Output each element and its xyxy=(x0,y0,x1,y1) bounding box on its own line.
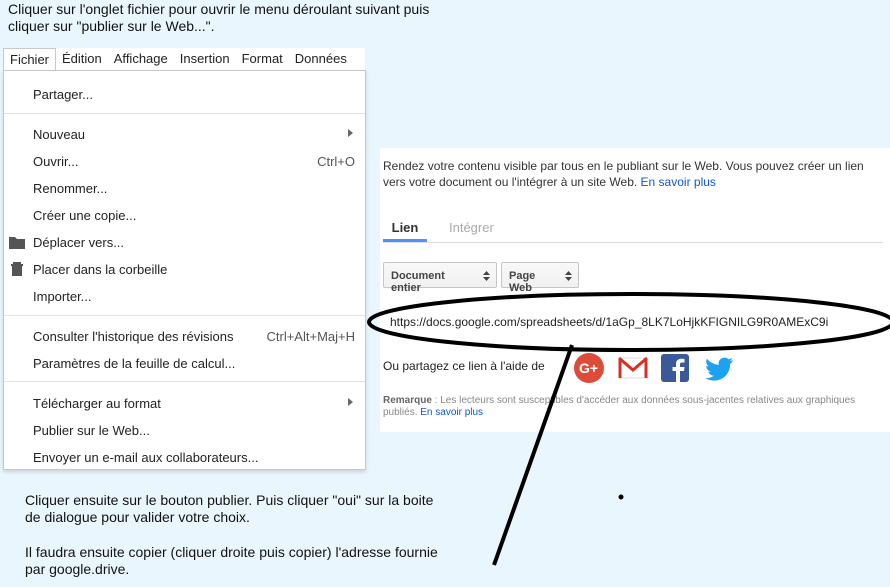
menu-item-trash[interactable]: Placer dans la corbeille xyxy=(4,255,365,282)
document-select[interactable]: Document entier xyxy=(383,262,497,294)
bottom-instruction-p2-line1: Il faudra ensuite copier (cliquer droite… xyxy=(25,544,438,560)
menu-affichage[interactable]: Affichage xyxy=(108,48,174,70)
select-caret-icon xyxy=(483,271,490,281)
menu-divider xyxy=(4,315,365,316)
menu-item-publish-label: Publier sur le Web... xyxy=(33,423,150,438)
menu-divider xyxy=(4,113,365,114)
top-instruction-line1: Cliquer sur l'onglet fichier pour ouvrir… xyxy=(8,1,430,17)
menu-fichier[interactable]: Fichier xyxy=(3,48,57,70)
note-label: Remarque xyxy=(383,395,432,406)
published-url[interactable]: https://docs.google.com/spreadsheets/d/1… xyxy=(390,315,870,329)
bottom-instruction-p1-line1: Cliquer ensuite sur le bouton publier. P… xyxy=(25,492,434,508)
tab-embed[interactable]: Intégrer xyxy=(449,220,494,235)
submenu-arrow-icon xyxy=(348,129,353,137)
menu-item-copy[interactable]: Créer une copie... xyxy=(4,201,365,228)
menu-item-copy-label: Créer une copie... xyxy=(33,208,137,223)
share-label: Ou partagez ce lien à l'aide de xyxy=(383,359,545,373)
menu-item-share[interactable]: Partager... xyxy=(4,80,365,107)
annotation-dot xyxy=(618,494,624,500)
menu-item-email-label: Envoyer un e-mail aux collaborateurs... xyxy=(33,450,259,465)
facebook-icon[interactable] xyxy=(659,352,691,384)
select-caret-icon xyxy=(565,271,572,281)
menu-edition[interactable]: Édition xyxy=(56,48,108,70)
format-select[interactable]: Page Web xyxy=(501,262,579,294)
menu-item-history-label: Consulter l'historique des révisions xyxy=(33,329,234,344)
menu-item-rename-label: Renommer... xyxy=(33,181,108,196)
top-instruction-line2: cliquer sur "publier sur le Web...". xyxy=(8,18,215,34)
menu-item-publish[interactable]: Publier sur le Web... xyxy=(4,416,365,443)
menu-item-new-label: Nouveau xyxy=(33,127,86,142)
file-menu-dropdown: Partager... Nouveau Ouvrir... Ctrl+O Ren… xyxy=(3,70,366,470)
menu-item-settings[interactable]: Paramètres de la feuille de calcul... xyxy=(4,349,365,376)
menu-item-move-label: Déplacer vers... xyxy=(33,235,125,250)
publish-panel: Rendez votre contenu visible par tous en… xyxy=(380,148,890,432)
menu-item-download-label: Télécharger au format xyxy=(33,396,161,411)
menu-item-trash-label: Placer dans la corbeille xyxy=(33,262,168,277)
learn-more-link[interactable]: En savoir plus xyxy=(641,175,716,189)
menu-donnees[interactable]: Données xyxy=(289,48,353,70)
menu-item-new[interactable]: Nouveau xyxy=(4,120,365,147)
bottom-instruction-p1-line2: de dialogue pour valider votre choix. xyxy=(25,509,250,525)
menu-format[interactable]: Format xyxy=(236,48,289,70)
trash-icon xyxy=(11,262,23,276)
menu-item-share-label: Partager... xyxy=(33,87,93,102)
format-select-value: Page Web xyxy=(509,270,536,294)
menu-item-history-shortcut: Ctrl+Alt+Maj+H xyxy=(266,329,356,344)
top-instruction: Cliquer sur l'onglet fichier pour ouvrir… xyxy=(8,1,488,35)
document-select-value: Document entier xyxy=(391,270,445,294)
menu-item-import-label: Importer... xyxy=(33,289,92,304)
menu-item-move[interactable]: Déplacer vers... xyxy=(4,228,365,255)
menu-item-open-label: Ouvrir... xyxy=(33,154,79,169)
note-learn-more-link[interactable]: En savoir plus xyxy=(420,407,483,418)
menu-item-email[interactable]: Envoyer un e-mail aux collaborateurs... xyxy=(4,443,365,470)
publish-description-text: Rendez votre contenu visible par tous en… xyxy=(383,159,864,189)
menu-item-open-shortcut: Ctrl+O xyxy=(317,154,355,169)
publish-description: Rendez votre contenu visible par tous en… xyxy=(383,158,873,190)
bottom-instruction-p2-line2: par google.drive. xyxy=(25,561,130,577)
twitter-icon[interactable] xyxy=(703,352,735,384)
publish-note: Remarque : Les lecteurs sont susceptible… xyxy=(383,395,863,419)
folder-icon xyxy=(9,237,25,249)
menu-item-download[interactable]: Télécharger au format xyxy=(4,389,365,416)
tab-link[interactable]: Lien xyxy=(383,220,427,242)
svg-text:G+: G+ xyxy=(579,360,598,376)
bottom-instruction: Cliquer ensuite sur le bouton publier. P… xyxy=(25,492,505,578)
gmail-icon[interactable] xyxy=(617,352,649,384)
google-plus-icon[interactable]: G+ xyxy=(573,352,605,384)
menu-bar: Fichier Édition Affichage Insertion Form… xyxy=(3,48,365,70)
menu-item-open[interactable]: Ouvrir... Ctrl+O xyxy=(4,147,365,174)
menu-item-rename[interactable]: Renommer... xyxy=(4,174,365,201)
menu-item-settings-label: Paramètres de la feuille de calcul... xyxy=(33,356,236,371)
menu-insertion[interactable]: Insertion xyxy=(174,48,236,70)
submenu-arrow-icon xyxy=(348,398,353,406)
menu-item-history[interactable]: Consulter l'historique des révisions Ctr… xyxy=(4,322,365,349)
menu-divider xyxy=(4,381,365,382)
menu-item-import[interactable]: Importer... xyxy=(4,282,365,309)
publish-tabs: Lien Intégrer xyxy=(383,218,883,243)
